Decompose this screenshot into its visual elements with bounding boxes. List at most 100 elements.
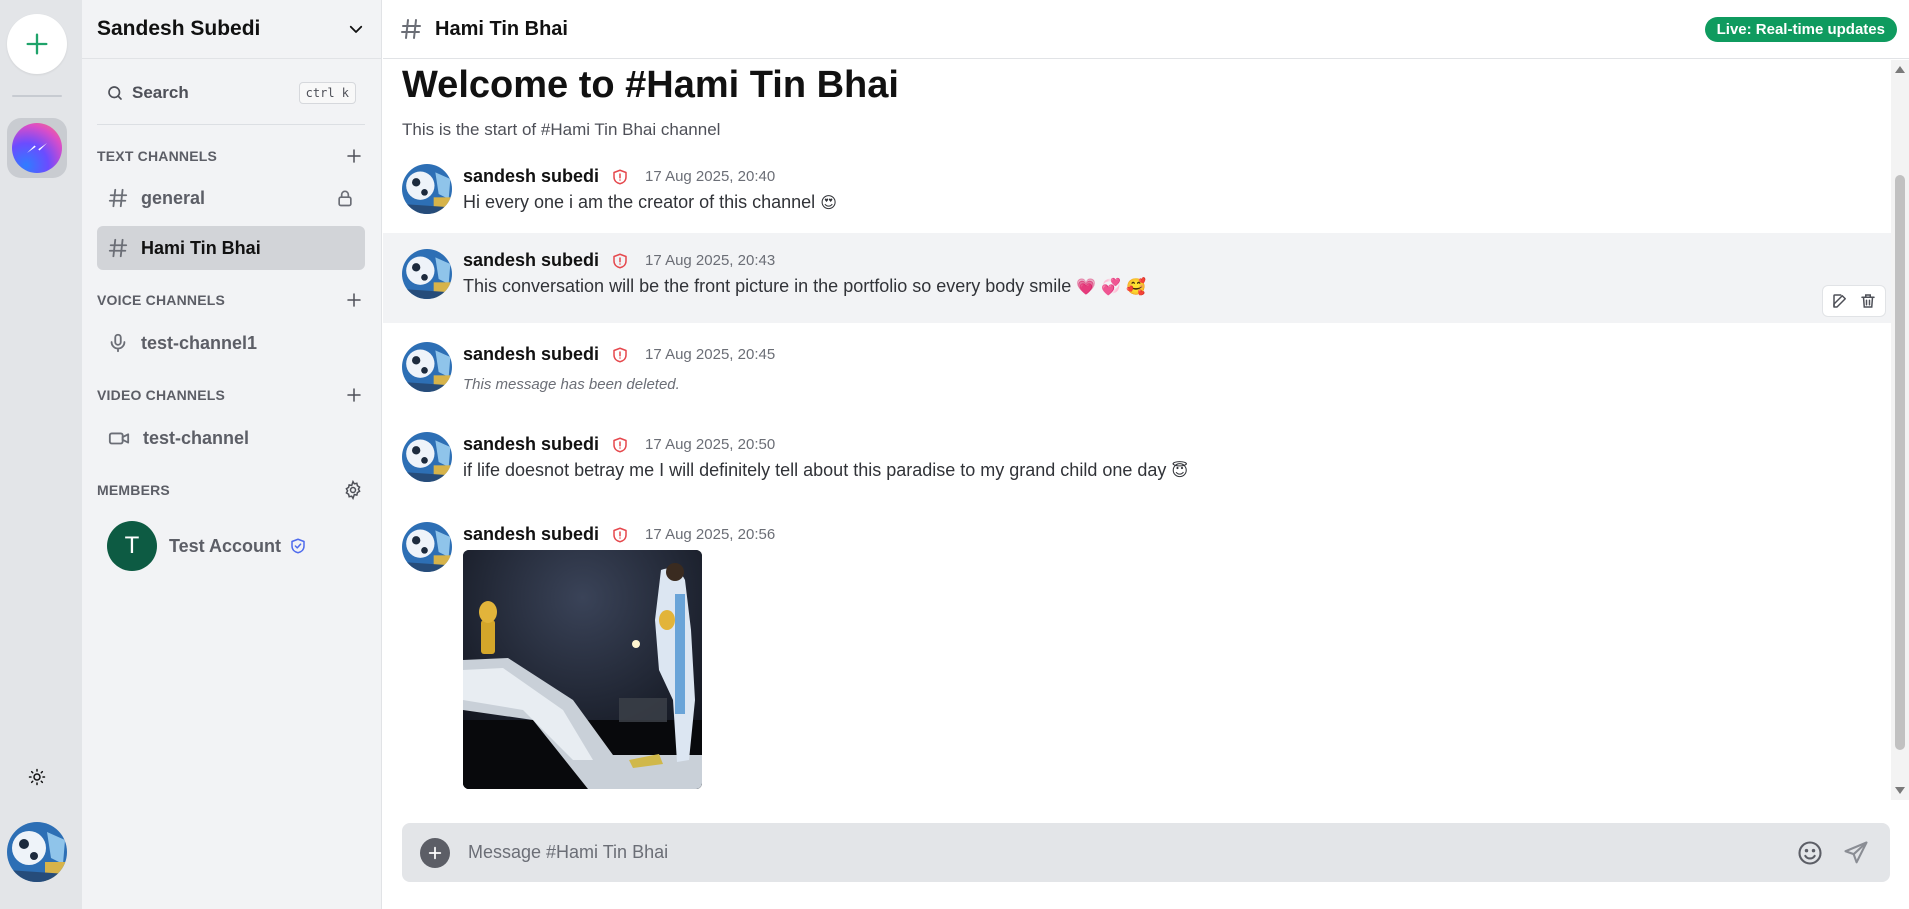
message-author[interactable]: sandesh subedi [463, 524, 599, 545]
channel-title: Hami Tin Bhai [435, 17, 568, 40]
video-camera-icon [108, 432, 130, 445]
message-timestamp: 17 Aug 2025, 20:56 [645, 526, 776, 543]
avatar[interactable] [402, 432, 452, 482]
message-item[interactable]: sandesh subedi 17 Aug 2025, 20:50 if lif… [383, 430, 1891, 520]
message-scrollbar[interactable] [1891, 60, 1909, 800]
gear-icon[interactable] [343, 480, 363, 500]
add-voice-channel-icon[interactable] [345, 291, 363, 309]
shield-check-icon [289, 537, 307, 555]
add-attachment-button[interactable] [420, 837, 450, 868]
channel-header: Hami Tin Bhai Live: Real-time updates [383, 0, 1909, 59]
user-avatar-button[interactable] [7, 822, 67, 882]
message-author[interactable]: sandesh subedi [463, 344, 599, 365]
message-author[interactable]: sandesh subedi [463, 434, 599, 455]
message-item[interactable]: sandesh subedi 17 Aug 2025, 20:45 This m… [383, 340, 1891, 430]
rail-divider [12, 95, 62, 97]
deleted-message-text: This message has been deleted. [463, 376, 680, 393]
send-button[interactable] [1840, 837, 1872, 869]
message-text: if life doesnot betray me I will definit… [463, 460, 1189, 480]
add-server-button[interactable] [7, 14, 67, 74]
message-header: sandesh subedi 17 Aug 2025, 20:56 [463, 524, 775, 545]
scroll-down-arrow-icon[interactable] [1895, 787, 1905, 794]
channel-test-channel1[interactable]: test-channel1 [97, 321, 365, 365]
trash-icon[interactable] [1856, 289, 1880, 313]
channel-sidebar: Sandesh Subedi Search ctrl k TEXT CHANNE… [82, 0, 382, 909]
server-name: Sandesh Subedi [97, 17, 261, 40]
channel-name: Hami Tin Bhai [141, 237, 261, 258]
message-timestamp: 17 Aug 2025, 20:45 [645, 346, 776, 363]
welcome-title: Welcome to #Hami Tin Bhai [402, 64, 899, 106]
channel-test-channel[interactable]: test-channel [97, 416, 365, 460]
channel-general[interactable]: general [97, 176, 365, 220]
search-shortcut: ctrl k [298, 82, 356, 104]
section-label: VIDEO CHANNELS [97, 387, 226, 403]
add-text-channel-icon[interactable] [345, 147, 363, 165]
message-text: Hi every one i am the creator of this ch… [463, 192, 837, 212]
plus-icon [26, 33, 48, 55]
message-timestamp: 17 Aug 2025, 20:40 [645, 168, 776, 185]
section-label: MEMBERS [97, 482, 170, 498]
hash-icon [401, 19, 421, 39]
moderator-shield-icon [611, 168, 629, 186]
section-video-channels: VIDEO CHANNELS [97, 382, 365, 408]
scroll-thumb[interactable] [1895, 175, 1905, 750]
divider [97, 124, 365, 125]
message-author[interactable]: sandesh subedi [463, 250, 599, 271]
message-item[interactable]: sandesh subedi 17 Aug 2025, 20:43 This c… [383, 233, 1891, 323]
message-actions [1822, 285, 1886, 317]
avatar[interactable] [402, 164, 452, 214]
avatar: T [107, 521, 157, 571]
channel-name: test-channel1 [141, 332, 258, 353]
section-label: VOICE CHANNELS [97, 292, 226, 308]
channel-hami-tin-bhai[interactable]: Hami Tin Bhai [97, 226, 365, 270]
moderator-shield-icon [611, 526, 629, 544]
search-icon [108, 86, 122, 100]
message-header: sandesh subedi 17 Aug 2025, 20:50 [463, 434, 775, 455]
section-members: MEMBERS [97, 477, 365, 503]
message-header: sandesh subedi 17 Aug 2025, 20:40 [463, 166, 775, 187]
add-video-channel-icon[interactable] [345, 386, 363, 404]
message-header: sandesh subedi 17 Aug 2025, 20:45 [463, 344, 775, 365]
scroll-up-arrow-icon[interactable] [1895, 66, 1905, 73]
avatar [7, 822, 67, 882]
member-name: Test Account [169, 535, 282, 556]
sun-icon [28, 768, 46, 786]
send-icon [1844, 840, 1868, 863]
section-voice-channels: VOICE CHANNELS [97, 287, 365, 313]
section-text-channels: TEXT CHANNELS [97, 143, 365, 169]
hash-icon [108, 188, 128, 208]
message-timestamp: 17 Aug 2025, 20:43 [645, 252, 776, 269]
theme-toggle-button[interactable] [25, 765, 49, 789]
microphone-icon [110, 333, 126, 353]
member-test-account[interactable]: T Test Account [107, 521, 365, 571]
moderator-shield-icon [611, 252, 629, 270]
avatar[interactable] [402, 522, 452, 572]
main-panel: Hami Tin Bhai Live: Real-time updates We… [383, 0, 1909, 909]
message-list: Welcome to #Hami Tin Bhai This is the st… [383, 60, 1891, 800]
moderator-shield-icon [611, 346, 629, 364]
message-timestamp: 17 Aug 2025, 20:50 [645, 436, 776, 453]
server-header-button[interactable]: Sandesh Subedi [82, 0, 381, 59]
section-label: TEXT CHANNELS [97, 148, 218, 164]
avatar[interactable] [402, 249, 452, 299]
avatar[interactable] [402, 342, 452, 392]
smiley-icon [1798, 840, 1822, 865]
chevron-down-icon [349, 25, 363, 33]
lock-icon [338, 190, 352, 207]
welcome-subtitle: This is the start of #Hami Tin Bhai chan… [402, 120, 721, 139]
server-rail [0, 0, 82, 909]
message-item[interactable]: sandesh subedi 17 Aug 2025, 20:56 [383, 520, 1891, 800]
server-icon-button[interactable] [7, 118, 67, 178]
message-author[interactable]: sandesh subedi [463, 166, 599, 187]
message-input[interactable] [468, 842, 1780, 863]
search-button[interactable]: Search ctrl k [97, 74, 365, 112]
edit-icon[interactable] [1828, 289, 1852, 313]
search-label: Search [132, 83, 189, 102]
channel-name: general [141, 187, 206, 208]
plus-icon [428, 846, 442, 859]
hash-icon [108, 238, 128, 258]
image-attachment[interactable] [463, 550, 702, 789]
moderator-shield-icon [611, 436, 629, 454]
emoji-button[interactable] [1794, 837, 1826, 869]
message-composer [402, 823, 1890, 882]
